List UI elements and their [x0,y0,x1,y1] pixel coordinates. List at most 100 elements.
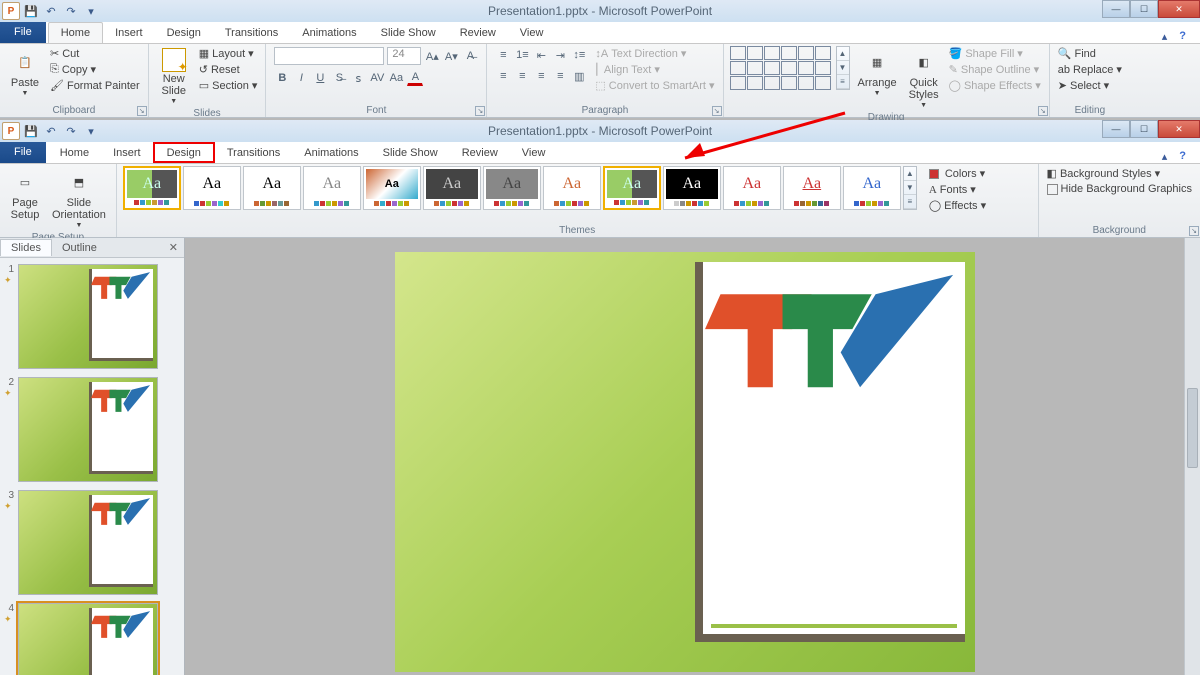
tab-home[interactable]: Home [48,22,103,43]
theme-item[interactable]: Aa [183,166,241,210]
tab-insert[interactable]: Insert [103,22,155,43]
bold-icon[interactable]: B [274,70,290,86]
slide-thumb-selected[interactable] [18,603,158,675]
maximize-button[interactable]: ☐ [1130,0,1158,18]
find-button[interactable]: 🔍Find [1056,46,1124,61]
smartart-button[interactable]: ⬚Convert to SmartArt ▾ [593,78,716,93]
slide-thumb[interactable] [18,490,158,595]
shape-fill-button[interactable]: 🪣Shape Fill ▾ [947,46,1043,61]
theme-item-selected[interactable]: Aa [603,166,661,210]
tab-insert-2[interactable]: Insert [101,142,153,163]
layout-button[interactable]: ▦Layout ▾ [197,46,260,61]
tab-transitions[interactable]: Transitions [213,22,290,43]
themes-gallery[interactable]: Aa Aa Aa Aa Aa Aa Aa Aa Aa Aa Aa Aa Aa ▲… [123,166,917,210]
tab-file-2[interactable]: File [0,141,46,163]
paste-button[interactable]: 📋 Paste ▼ [6,46,44,99]
save-icon-2[interactable]: 💾 [22,122,40,140]
align-right-icon[interactable]: ≡ [533,68,549,84]
undo-icon[interactable]: ↶ [42,2,60,20]
tab-home-2[interactable]: Home [48,142,101,163]
new-slide-button[interactable]: ✦ New Slide ▼ [155,46,193,107]
theme-item[interactable]: Aa [843,166,901,210]
close-button-2[interactable]: ✕ [1158,120,1200,138]
quick-styles-button[interactable]: ◧Quick Styles▼ [905,46,943,111]
theme-item[interactable]: Aa [783,166,841,210]
font-size-combo[interactable]: 24 [387,47,421,65]
align-left-icon[interactable]: ≡ [495,68,511,84]
minimize-ribbon-icon[interactable]: ▴ [1162,30,1168,43]
cut-button[interactable]: ✂Cut [48,46,142,61]
current-slide[interactable] [395,252,975,672]
colors-button[interactable]: Colors ▾ [927,166,988,181]
theme-item[interactable]: Aa [663,166,721,210]
shape-outline-button[interactable]: ✎Shape Outline ▾ [947,62,1043,77]
theme-item[interactable]: Aa [303,166,361,210]
text-direction-button[interactable]: ↕AText Direction ▾ [593,46,716,61]
undo-icon-2[interactable]: ↶ [42,122,60,140]
tab-design-2[interactable]: Design [153,142,215,163]
tab-view[interactable]: View [508,22,556,43]
shape-effects-button[interactable]: ◯Shape Effects ▾ [947,78,1043,93]
redo-icon[interactable]: ↷ [62,2,80,20]
shapes-scroll[interactable]: ▲▼≡ [836,46,850,90]
line-spacing-icon[interactable]: ↕≡ [571,47,587,63]
tab-slideshow-2[interactable]: Slide Show [371,142,450,163]
bullets-icon[interactable]: ≡ [495,47,511,63]
strike-icon[interactable]: S̶ [331,70,347,86]
save-icon[interactable]: 💾 [22,2,40,20]
spacing-icon[interactable]: AV [369,70,385,86]
tab-slideshow[interactable]: Slide Show [369,22,448,43]
paragraph-dialog-icon[interactable]: ↘ [712,106,722,116]
thumb-4[interactable]: 4✦ [4,603,180,675]
theme-item[interactable]: Aa [243,166,301,210]
shadow-icon[interactable]: ꜱ [350,70,366,86]
font-dialog-icon[interactable]: ↘ [475,106,485,116]
theme-item[interactable]: Aa [363,166,421,210]
align-center-icon[interactable]: ≡ [514,68,530,84]
numbering-icon[interactable]: 1≡ [514,47,530,63]
slide-thumb[interactable] [18,264,158,369]
background-styles-button[interactable]: ◧Background Styles ▾ [1045,166,1194,181]
tab-view-2[interactable]: View [510,142,558,163]
font-color-icon[interactable]: A [407,70,423,86]
qat-customize-icon[interactable]: ▾ [82,2,100,20]
tab-transitions-2[interactable]: Transitions [215,142,292,163]
help-icon-2[interactable]: ? [1179,150,1186,163]
drawing-dialog-icon[interactable]: ↘ [1038,106,1048,116]
grow-font-icon[interactable]: A▴ [424,48,440,64]
maximize-button-2[interactable]: ☐ [1130,120,1158,138]
pane-close-icon[interactable]: ✕ [163,241,184,254]
case-icon[interactable]: Aa [388,70,404,86]
minimize-ribbon-icon-2[interactable]: ▴ [1162,150,1168,163]
pane-tab-slides[interactable]: Slides [0,239,52,256]
vertical-scrollbar[interactable] [1184,238,1200,675]
background-dialog-icon[interactable]: ↘ [1189,226,1199,236]
underline-icon[interactable]: U [312,70,328,86]
reset-button[interactable]: ↺Reset [197,62,260,77]
qat-customize-icon-2[interactable]: ▾ [82,122,100,140]
thumb-1[interactable]: 1✦ [4,264,180,369]
clear-format-icon[interactable]: A̶ [462,48,478,64]
minimize-button[interactable]: — [1102,0,1130,18]
slide-thumb[interactable] [18,377,158,482]
justify-icon[interactable]: ≡ [552,68,568,84]
hide-graphics-checkbox[interactable]: Hide Background Graphics [1045,182,1194,196]
copy-button[interactable]: ⎘Copy ▾ [48,62,142,77]
scrollbar-thumb[interactable] [1187,388,1198,468]
section-button[interactable]: ▭Section ▾ [197,78,260,93]
tab-review-2[interactable]: Review [450,142,510,163]
tab-animations[interactable]: Animations [290,22,368,43]
thumb-3[interactable]: 3✦ [4,490,180,595]
help-icon[interactable]: ? [1179,30,1186,43]
tab-animations-2[interactable]: Animations [292,142,370,163]
minimize-button-2[interactable]: — [1102,120,1130,138]
select-button[interactable]: ➤Select ▾ [1056,78,1124,93]
orientation-button[interactable]: ⬒Slide Orientation▼ [48,166,110,231]
theme-item[interactable]: Aa [423,166,481,210]
theme-item[interactable]: Aa [123,166,181,210]
close-button[interactable]: ✕ [1158,0,1200,18]
redo-icon-2[interactable]: ↷ [62,122,80,140]
clipboard-dialog-icon[interactable]: ↘ [137,106,147,116]
replace-button[interactable]: abReplace ▾ [1056,62,1124,77]
arrange-button[interactable]: ▦Arrange▼ [854,46,901,99]
